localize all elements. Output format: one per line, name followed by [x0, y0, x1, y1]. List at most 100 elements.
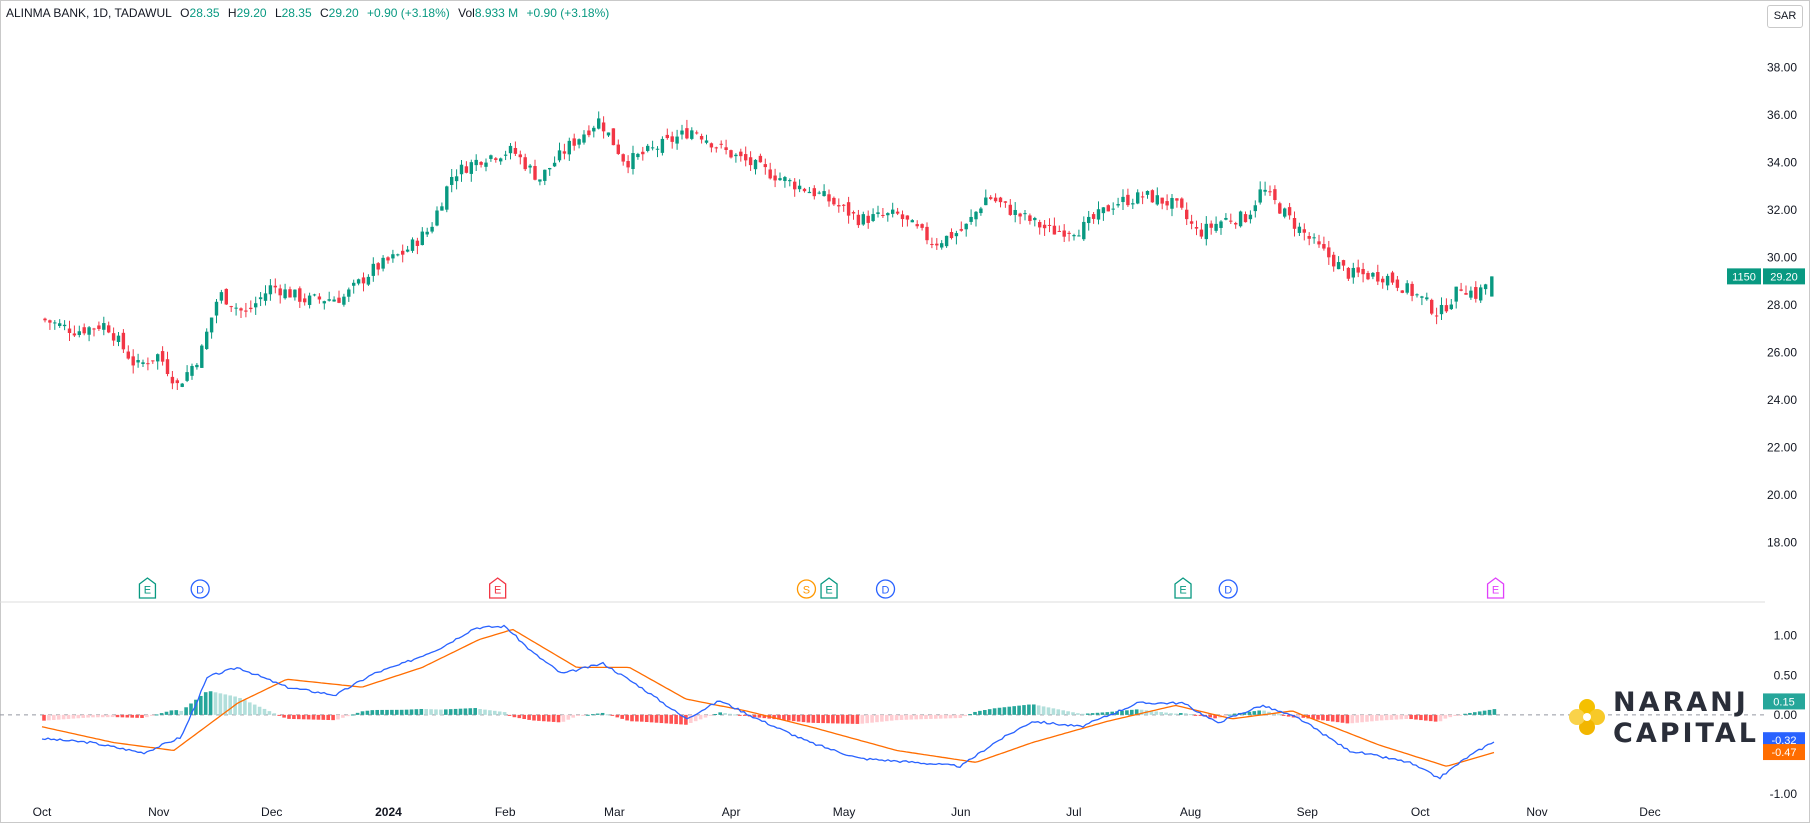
macd-histogram-bar — [47, 714, 51, 721]
candle-down — [1410, 283, 1414, 296]
macd-histogram-bar — [600, 712, 605, 715]
candle-up — [425, 231, 429, 235]
macd-histogram-bar — [1105, 712, 1110, 715]
close-label: C — [320, 6, 329, 20]
macd-histogram-bar — [1375, 714, 1379, 721]
macd-histogram-bar — [1335, 714, 1340, 723]
candle-up — [778, 178, 782, 181]
candle-down — [273, 285, 277, 288]
macd-histogram-bar — [537, 714, 541, 721]
candle-up — [1283, 208, 1287, 217]
price-axis-tick: 20.00 — [1767, 488, 1797, 502]
macd-histogram-bar — [615, 714, 620, 718]
macd-histogram-bar — [1277, 714, 1281, 716]
macd-histogram-bar — [61, 714, 66, 720]
macd-histogram-bar — [404, 709, 409, 715]
candle-up — [1351, 267, 1355, 278]
macd-histogram-bar — [987, 709, 992, 715]
chart-canvas[interactable]: 18.00 20.00 22.00 24.00 26.00 28.00 30.00 32.00… — [0, 0, 1810, 823]
candle-up — [783, 177, 787, 181]
macd-histogram-bar — [581, 714, 585, 716]
candle-up — [543, 169, 547, 181]
event-marker-label: S — [803, 585, 810, 597]
macd-histogram-bar — [110, 714, 115, 718]
symbol-label[interactable]: ALINMA BANK, 1D, TADAWUL — [6, 6, 172, 20]
candle-down — [851, 212, 856, 214]
macd-histogram-bar — [1076, 713, 1080, 715]
candle-up — [381, 257, 385, 269]
candle-down — [915, 224, 919, 227]
candle-down — [249, 307, 253, 310]
macd-histogram-bar — [507, 714, 512, 716]
candle-up — [136, 360, 140, 363]
orange-logo-icon — [1569, 699, 1605, 735]
macd-histogram-bar — [56, 714, 61, 720]
candle-down — [1052, 225, 1057, 235]
macd-histogram-bar — [125, 714, 130, 718]
macd-histogram-bar — [135, 714, 139, 718]
macd-histogram-bar — [630, 714, 634, 722]
macd-histogram-bar — [561, 714, 566, 722]
macd-histogram-bar — [1036, 705, 1041, 715]
candle-up — [1096, 209, 1101, 220]
macd-histogram-bar — [159, 713, 164, 715]
macd-histogram-bar — [1453, 714, 1457, 717]
macd-histogram-bar — [1193, 714, 1198, 716]
candle-down — [1327, 247, 1331, 258]
candle-up — [356, 279, 361, 284]
macd-histogram-bar — [1340, 714, 1345, 723]
macd-histogram-bar — [105, 714, 110, 718]
macd-histogram-bar — [1409, 714, 1413, 720]
macd-histogram-bar — [958, 714, 963, 718]
candle-down — [1366, 272, 1370, 280]
macd-histogram-bar — [595, 713, 600, 715]
macd-histogram-bar — [478, 708, 482, 715]
currency-button[interactable]: SAR — [1767, 5, 1803, 28]
open-label: O — [180, 6, 190, 20]
candle-up — [592, 127, 596, 132]
candle-up — [788, 180, 792, 182]
macd-histogram-bar — [938, 714, 943, 719]
macd-histogram-bar — [684, 714, 688, 725]
macd-histogram-bar — [346, 714, 350, 717]
macd-histogram-bar — [169, 710, 174, 715]
candle-up — [886, 213, 890, 216]
candle-up — [352, 282, 356, 286]
macd-histogram-bar — [738, 714, 742, 716]
open-value: 28.35 — [189, 6, 220, 20]
candle-up — [489, 155, 493, 159]
macd-histogram-bar — [924, 714, 928, 720]
candle-down — [1091, 214, 1096, 219]
high-label: H — [227, 6, 237, 20]
candle-up — [577, 139, 581, 145]
macd-histogram-bar — [316, 714, 321, 720]
macd-histogram-bar — [1169, 713, 1173, 715]
candle-down — [1047, 224, 1052, 226]
candle-up — [268, 285, 273, 295]
candle-up — [1449, 304, 1453, 310]
candle-down — [1430, 299, 1434, 314]
candle-down — [1067, 232, 1071, 234]
candle-up — [258, 297, 263, 300]
legend-header: ALINMA BANK, 1D, TADAWUL O28.35 H29.20 L… — [6, 6, 614, 20]
candle-up — [1415, 294, 1419, 296]
macd-histogram-bar — [542, 714, 546, 722]
macd-histogram-bar — [904, 714, 909, 720]
macd-histogram-bar — [571, 714, 575, 718]
candle-up — [822, 191, 826, 197]
candle-up — [366, 276, 371, 285]
macd-histogram-bar — [752, 714, 757, 718]
macd-histogram-bar — [1345, 714, 1350, 724]
candle-down — [386, 257, 390, 261]
macd-histogram-bar — [703, 714, 708, 718]
macd-histogram-bar — [502, 712, 507, 715]
macd-histogram-bar — [1130, 709, 1134, 715]
candle-up — [1248, 214, 1253, 220]
candle-down — [278, 288, 282, 296]
candle-up — [954, 233, 959, 237]
macd-histogram-bar — [1370, 714, 1374, 722]
macd-histogram-bar — [385, 709, 389, 715]
candle-down — [802, 188, 807, 192]
candle-up — [62, 324, 67, 327]
macd-histogram-bar — [448, 709, 453, 715]
